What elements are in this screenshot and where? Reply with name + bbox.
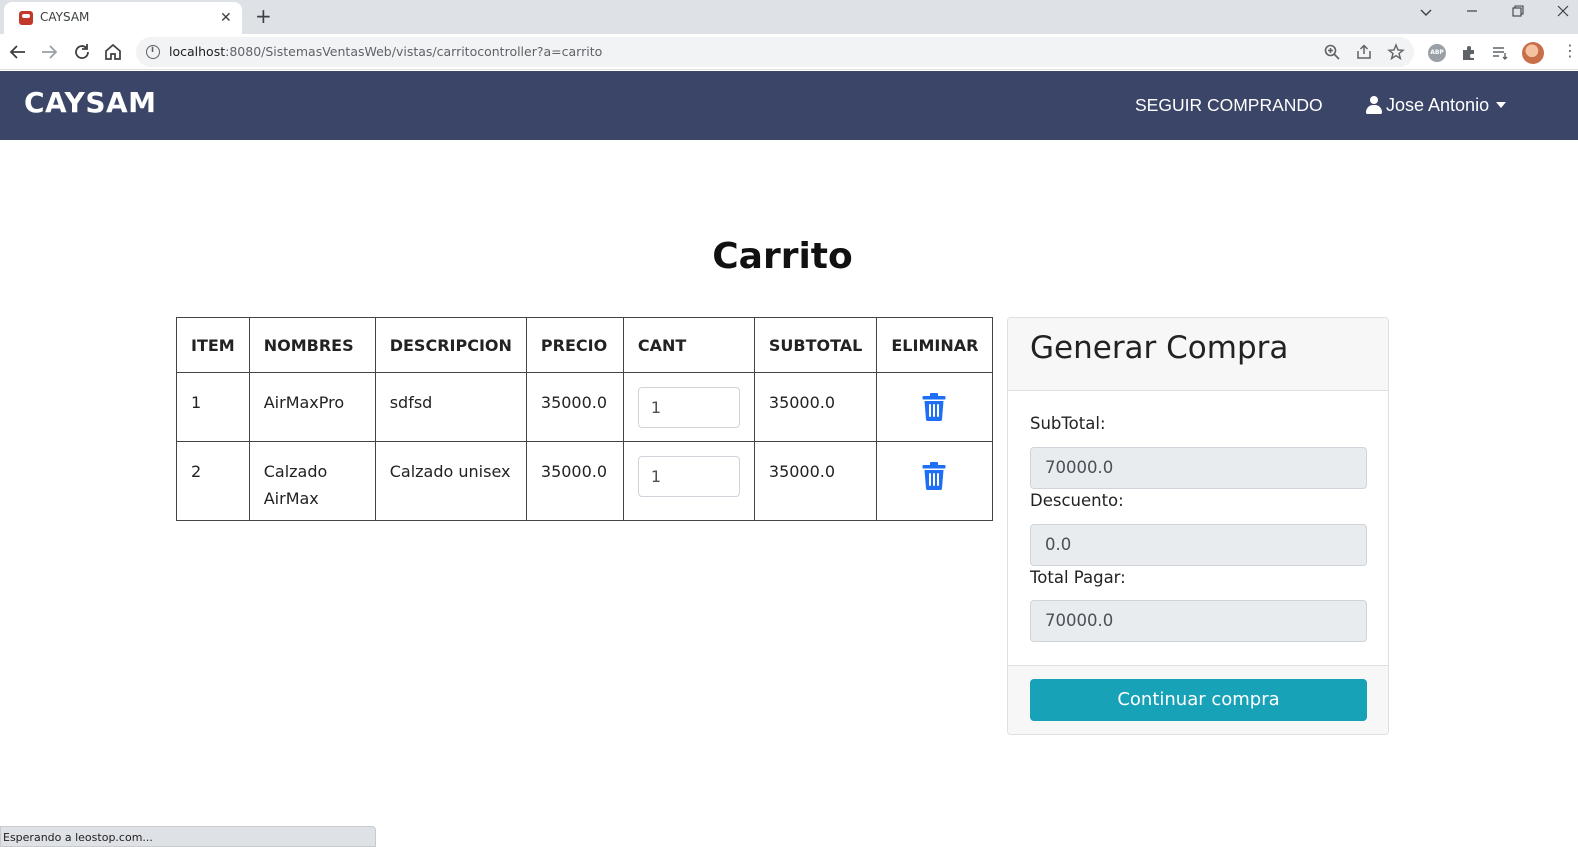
tab-title: CAYSAM <box>40 10 90 24</box>
trash-icon[interactable] <box>922 393 948 429</box>
table-row: 1 AirMaxPro sdfsd 35000.0 35000.0 <box>176 372 994 442</box>
browser-tabstrip: CAYSAM ✕ + <box>0 0 1578 34</box>
subtotal-cell: 35000.0 <box>753 372 878 442</box>
descripcion-cell: sdfsd <box>374 372 527 442</box>
user-name: Jose Antonio <box>1386 94 1490 115</box>
precio-cell: 35000.0 <box>525 441 624 521</box>
column-header-nombres: NOMBRES <box>248 317 376 373</box>
tab-search-icon[interactable] <box>1420 4 1432 24</box>
home-icon[interactable] <box>102 41 124 63</box>
item-cell: 2 <box>176 441 250 521</box>
card-header: Generar Compra <box>1008 318 1388 391</box>
card-footer: Continuar compra <box>1008 665 1388 734</box>
table-header-row: ITEM NOMBRES DESCRIPCION PRECIO CANT SUB… <box>176 317 994 373</box>
reading-list-icon[interactable] <box>1491 44 1509 62</box>
close-window-icon[interactable] <box>1557 4 1569 24</box>
nombre-cell: AirMaxPro <box>248 372 376 442</box>
quantity-input[interactable] <box>637 456 740 497</box>
restore-icon[interactable] <box>1512 4 1524 24</box>
new-tab-icon[interactable]: + <box>255 3 272 29</box>
bookmark-star-icon[interactable] <box>1387 43 1405 61</box>
card-title: Generar Compra <box>1030 330 1289 366</box>
column-header-eliminar: ELIMINAR <box>876 317 994 373</box>
browser-tab[interactable]: CAYSAM ✕ <box>4 2 242 34</box>
forward-icon[interactable] <box>38 41 60 63</box>
url-path: :8080/SistemasVentasWeb/vistas/carritoco… <box>225 44 603 59</box>
app-navbar: CAYSAM SEGUIR COMPRANDO Jose Antonio <box>0 71 1578 140</box>
adblock-extension-icon[interactable]: ABP <box>1428 44 1446 62</box>
close-tab-icon[interactable]: ✕ <box>220 8 232 28</box>
cart-table: ITEM NOMBRES DESCRIPCION PRECIO CANT SUB… <box>176 317 994 521</box>
quantity-input[interactable] <box>637 387 740 428</box>
profile-avatar[interactable] <box>1522 42 1544 64</box>
nombre-cell: Calzado AirMax <box>248 441 376 521</box>
descuento-label: Descuento: <box>1030 491 1124 510</box>
total-field: 70000.0 <box>1030 600 1367 642</box>
item-cell: 1 <box>176 372 250 442</box>
descuento-field: 0.0 <box>1030 524 1367 566</box>
cant-cell <box>622 441 755 521</box>
user-icon <box>1366 96 1382 114</box>
eliminar-cell <box>876 441 994 521</box>
zoom-icon[interactable] <box>1323 43 1341 61</box>
user-dropdown[interactable]: Jose Antonio <box>1366 94 1507 116</box>
column-header-precio: PRECIO <box>525 317 624 373</box>
table-row: 2 Calzado AirMax Calzado unisex 35000.0 … <box>176 441 994 521</box>
browser-menu-icon[interactable]: ⋮ <box>1562 43 1578 59</box>
trash-icon[interactable] <box>922 462 948 498</box>
continue-purchase-button[interactable]: Continuar compra <box>1030 679 1367 721</box>
eliminar-cell <box>876 372 994 442</box>
descripcion-cell: Calzado unisex <box>374 441 527 521</box>
column-header-cant: CANT <box>622 317 755 373</box>
precio-cell: 35000.0 <box>525 372 624 442</box>
page-title: Carrito <box>712 236 853 277</box>
column-header-descripcion: DESCRIPCION <box>374 317 527 373</box>
caret-down-icon <box>1496 102 1507 108</box>
site-info-icon[interactable] <box>146 45 160 59</box>
column-header-item: ITEM <box>176 317 250 373</box>
reload-icon[interactable] <box>71 41 93 63</box>
brand-logo[interactable]: CAYSAM <box>24 86 157 119</box>
total-label: Total Pagar: <box>1030 568 1126 587</box>
url-text: localhost:8080/SistemasVentasWeb/vistas/… <box>169 44 602 59</box>
browser-toolbar: localhost:8080/SistemasVentasWeb/vistas/… <box>0 34 1578 70</box>
share-icon[interactable] <box>1355 43 1373 61</box>
continue-shopping-link[interactable]: SEGUIR COMPRANDO <box>1135 95 1323 116</box>
purchase-summary-card: Generar Compra SubTotal: 70000.0 Descuen… <box>1007 317 1389 735</box>
back-icon[interactable] <box>7 41 29 63</box>
subtotal-label: SubTotal: <box>1030 414 1106 433</box>
favicon-icon <box>19 11 33 25</box>
browser-status-bar: Esperando a leostop.com... <box>0 826 376 847</box>
column-header-subtotal: SUBTOTAL <box>753 317 878 373</box>
minimize-icon[interactable] <box>1466 4 1478 24</box>
subtotal-cell: 35000.0 <box>753 441 878 521</box>
address-bar[interactable]: localhost:8080/SistemasVentasWeb/vistas/… <box>136 37 1414 67</box>
subtotal-field: 70000.0 <box>1030 447 1367 489</box>
cant-cell <box>622 372 755 442</box>
url-host: localhost <box>169 44 226 59</box>
extensions-puzzle-icon[interactable] <box>1460 44 1478 62</box>
